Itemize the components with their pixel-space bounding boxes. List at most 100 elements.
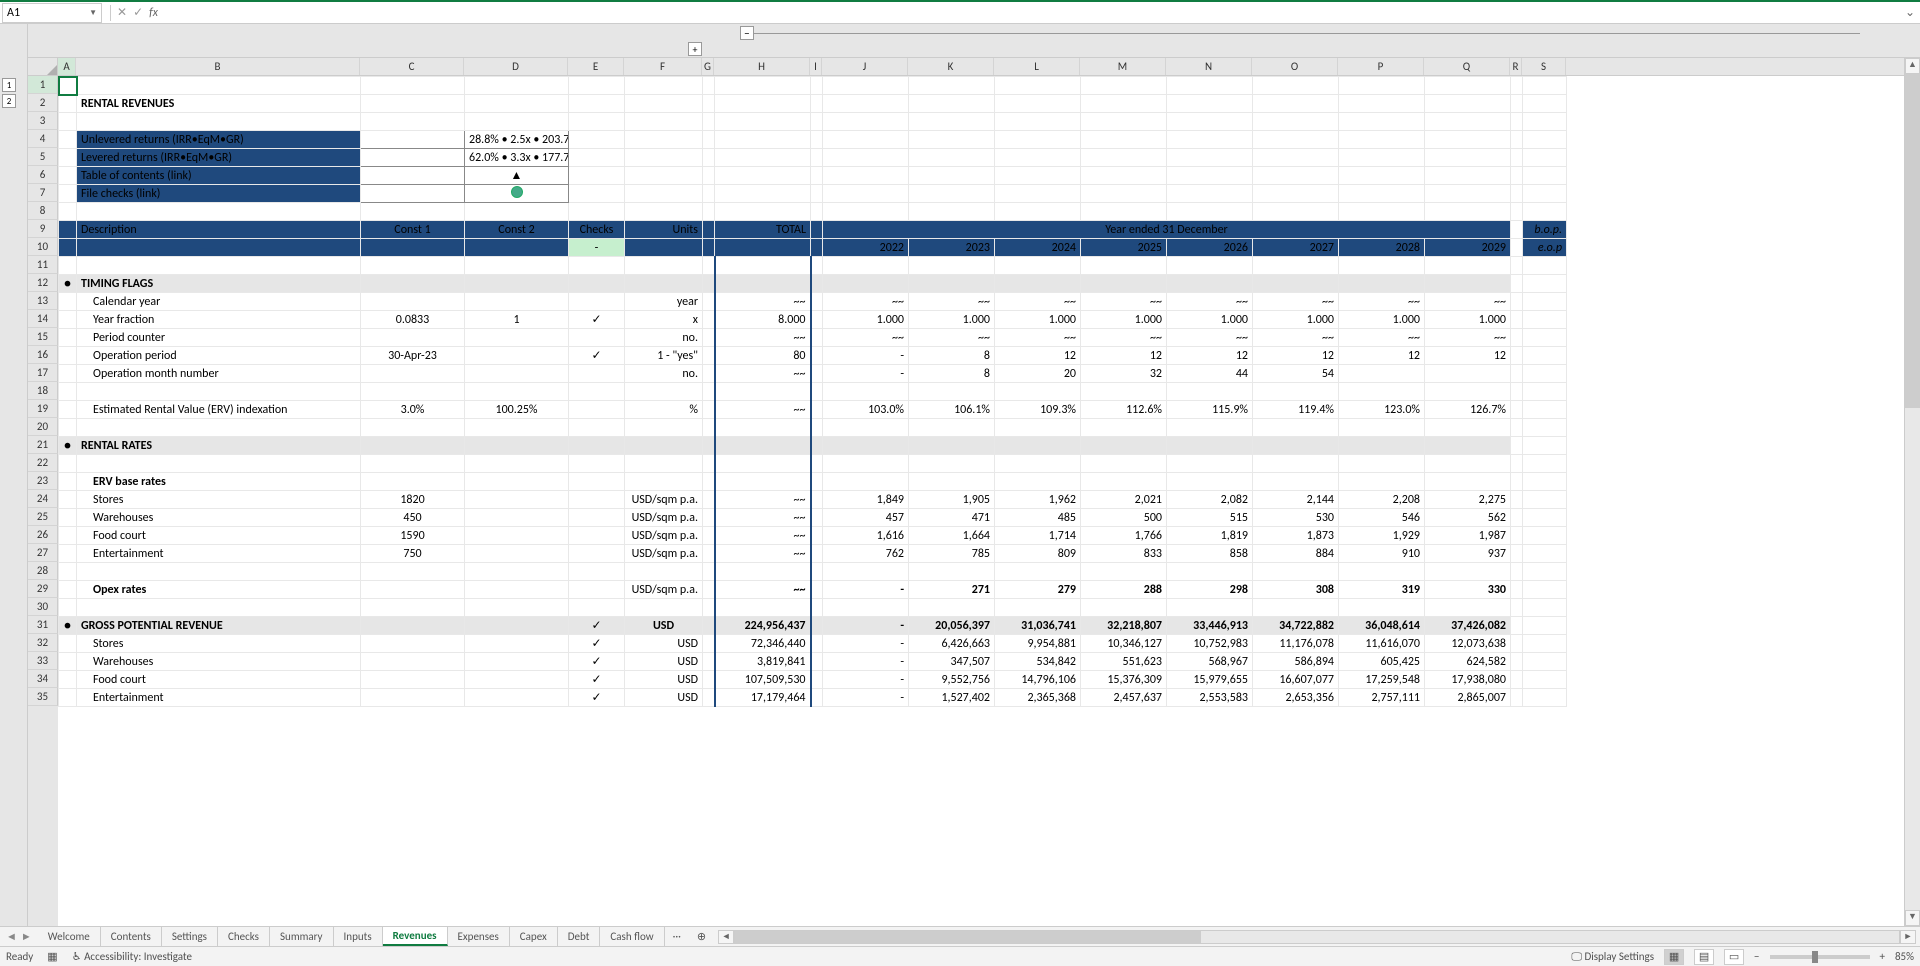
row-header-2[interactable]: 2 <box>28 94 58 112</box>
vertical-scrollbar[interactable]: ▲ ▼ <box>1904 58 1920 926</box>
row-header-30[interactable]: 30 <box>28 598 58 616</box>
tab-more-icon[interactable]: ··· <box>665 930 689 943</box>
row-header-21[interactable]: 21 <box>28 436 58 454</box>
row-header-28[interactable]: 28 <box>28 562 58 580</box>
row-header-35[interactable]: 35 <box>28 688 58 706</box>
tab-contents[interactable]: Contents <box>101 927 162 946</box>
scroll-up-icon[interactable]: ▲ <box>1905 58 1920 74</box>
scroll-down-icon[interactable]: ▼ <box>1905 910 1920 926</box>
row-header-10[interactable]: 10 <box>28 238 58 256</box>
name-box-dropdown-icon[interactable]: ▼ <box>89 8 97 18</box>
hscroll-right-icon[interactable]: ► <box>1900 930 1916 944</box>
row-header-31[interactable]: 31 <box>28 616 58 634</box>
formula-expand-icon[interactable]: ⌄ <box>1900 5 1920 20</box>
accept-formula-icon[interactable]: ✓ <box>133 5 143 20</box>
tab-capex[interactable]: Capex <box>510 927 558 946</box>
row-header-34[interactable]: 34 <box>28 670 58 688</box>
tab-inputs[interactable]: Inputs <box>334 927 383 946</box>
col-header-J[interactable]: J <box>822 58 908 75</box>
row-header-4[interactable]: 4 <box>28 130 58 148</box>
row-header-16[interactable]: 16 <box>28 346 58 364</box>
row-header-32[interactable]: 32 <box>28 634 58 652</box>
col-header-C[interactable]: C <box>360 58 464 75</box>
accessibility-status[interactable]: ♿︎ Accessibility: Investigate <box>72 950 192 963</box>
cancel-formula-icon[interactable]: ✕ <box>117 5 127 20</box>
fx-icon[interactable]: fx <box>149 6 158 20</box>
outline-level-2[interactable]: 2 <box>2 94 16 108</box>
col-header-K[interactable]: K <box>908 58 994 75</box>
tab-checks[interactable]: Checks <box>218 927 270 946</box>
tab-revenues[interactable]: Revenues <box>383 927 448 946</box>
tab-cash-flow[interactable]: Cash flow <box>600 927 664 946</box>
col-header-A[interactable]: A <box>58 58 76 75</box>
tab-welcome[interactable]: Welcome <box>38 927 101 946</box>
row-header-27[interactable]: 27 <box>28 544 58 562</box>
row-header-19[interactable]: 19 <box>28 400 58 418</box>
row-header-18[interactable]: 18 <box>28 382 58 400</box>
col-header-R[interactable]: R <box>1510 58 1522 75</box>
row-header-22[interactable]: 22 <box>28 454 58 472</box>
tab-nav-prev-icon[interactable]: ◄ <box>6 930 17 943</box>
outline-collapse-icon[interactable]: − <box>740 26 754 40</box>
tab-add-icon[interactable]: ⊕ <box>689 930 714 943</box>
col-header-M[interactable]: M <box>1080 58 1166 75</box>
zoom-level[interactable]: 85% <box>1895 950 1914 963</box>
view-normal-icon[interactable]: ▦ <box>1664 949 1684 965</box>
col-header-G[interactable]: G <box>702 58 714 75</box>
row-header-13[interactable]: 13 <box>28 292 58 310</box>
hscroll-left-icon[interactable]: ◄ <box>718 930 734 944</box>
horizontal-scrollbar[interactable]: ◄ ► <box>714 930 1920 944</box>
tab-summary[interactable]: Summary <box>270 927 334 946</box>
zoom-slider[interactable] <box>1770 955 1870 959</box>
row-header-25[interactable]: 25 <box>28 508 58 526</box>
row-header-20[interactable]: 20 <box>28 418 58 436</box>
file-checks-link[interactable]: File checks (link) <box>77 185 361 203</box>
view-page-layout-icon[interactable]: ▤ <box>1694 949 1714 965</box>
col-header-Q[interactable]: Q <box>1424 58 1510 75</box>
column-headers[interactable]: ABCDEFGHIJKLMNOPQRS <box>58 58 1904 76</box>
row-header-29[interactable]: 29 <box>28 580 58 598</box>
outline-level-1[interactable]: 1 <box>2 78 16 92</box>
row-header-14[interactable]: 14 <box>28 310 58 328</box>
tab-settings[interactable]: Settings <box>162 927 218 946</box>
col-header-H[interactable]: H <box>714 58 810 75</box>
row-header-11[interactable]: 11 <box>28 256 58 274</box>
toc-up-icon[interactable]: ▲ <box>465 167 569 185</box>
col-header-O[interactable]: O <box>1252 58 1338 75</box>
display-settings-button[interactable]: 🖵 Display Settings <box>1571 950 1654 964</box>
row-header-1[interactable]: 1 <box>28 76 58 94</box>
view-page-break-icon[interactable]: ▭ <box>1724 949 1744 965</box>
col-header-I[interactable]: I <box>810 58 822 75</box>
col-header-N[interactable]: N <box>1166 58 1252 75</box>
zoom-in-icon[interactable]: + <box>1880 950 1885 963</box>
scroll-thumb[interactable] <box>1905 74 1920 408</box>
col-header-B[interactable]: B <box>76 58 360 75</box>
col-header-D[interactable]: D <box>464 58 568 75</box>
row-header-33[interactable]: 33 <box>28 652 58 670</box>
col-header-S[interactable]: S <box>1522 58 1566 75</box>
col-header-E[interactable]: E <box>568 58 624 75</box>
tab-nav-next-icon[interactable]: ► <box>21 930 32 943</box>
macro-record-icon[interactable]: ▦ <box>47 950 57 963</box>
row-header-24[interactable]: 24 <box>28 490 58 508</box>
spreadsheet-grid[interactable]: RENTAL REVENUESUnlevered returns (IRR•Eq… <box>58 76 1567 707</box>
row-header-17[interactable]: 17 <box>28 364 58 382</box>
col-header-P[interactable]: P <box>1338 58 1424 75</box>
toc-link[interactable]: Table of contents (link) <box>77 167 361 185</box>
outline-expand-icon[interactable]: + <box>688 42 702 56</box>
row-header-6[interactable]: 6 <box>28 166 58 184</box>
row-header-3[interactable]: 3 <box>28 112 58 130</box>
row-header-7[interactable]: 7 <box>28 184 58 202</box>
row-header-12[interactable]: 12 <box>28 274 58 292</box>
col-header-F[interactable]: F <box>624 58 702 75</box>
row-header-23[interactable]: 23 <box>28 472 58 490</box>
cell-A1[interactable] <box>59 77 77 95</box>
col-header-L[interactable]: L <box>994 58 1080 75</box>
row-header-15[interactable]: 15 <box>28 328 58 346</box>
name-box[interactable]: A1 ▼ <box>2 3 102 23</box>
tab-expenses[interactable]: Expenses <box>448 927 510 946</box>
row-header-5[interactable]: 5 <box>28 148 58 166</box>
formula-input[interactable] <box>164 3 1900 23</box>
row-header-9[interactable]: 9 <box>28 220 58 238</box>
scroll-track[interactable] <box>1905 74 1920 910</box>
